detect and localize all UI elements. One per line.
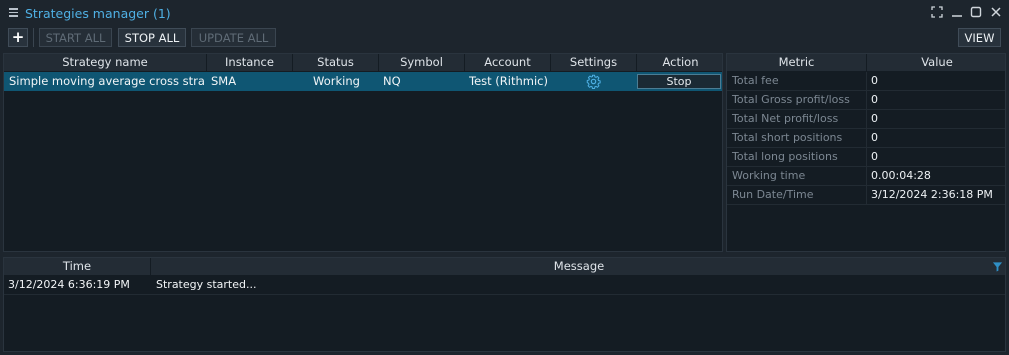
metric-value: 0 bbox=[871, 112, 878, 125]
stop-all-button[interactable]: STOP ALL bbox=[118, 28, 186, 47]
column-header-metric[interactable]: Metric bbox=[727, 54, 867, 71]
column-header-settings[interactable]: Settings bbox=[551, 54, 637, 71]
metric-value: 0 bbox=[871, 131, 878, 144]
metric-name: Total Gross profit/loss bbox=[732, 93, 850, 106]
strategies-table: Strategy name Instance name Status Symbo… bbox=[3, 53, 723, 252]
log-time-cell: 3/12/2024 6:36:19 PM bbox=[8, 278, 130, 291]
close-icon[interactable] bbox=[989, 5, 1003, 19]
column-header-strategy-name[interactable]: Strategy name bbox=[4, 54, 207, 71]
metric-row: Total Net profit/loss 0 bbox=[727, 110, 1005, 129]
maximize-icon[interactable] bbox=[969, 5, 983, 19]
log-row[interactable]: 3/12/2024 6:36:19 PM Strategy started... bbox=[4, 276, 1005, 295]
metric-value: 0 bbox=[871, 150, 878, 163]
menu-icon[interactable] bbox=[9, 8, 18, 17]
metric-name: Total fee bbox=[732, 74, 779, 87]
update-all-button[interactable]: UPDATE ALL bbox=[191, 28, 276, 47]
column-header-symbol[interactable]: Symbol bbox=[379, 54, 465, 71]
metric-row: Run Date/Time 3/12/2024 2:36:18 PM bbox=[727, 186, 1005, 205]
title-bar: Strategies manager (1) bbox=[0, 0, 1009, 26]
filter-icon[interactable] bbox=[992, 261, 1003, 272]
metric-value: 0.00:04:28 bbox=[871, 169, 931, 182]
column-header-value[interactable]: Value bbox=[867, 54, 1005, 71]
metric-row: Working time 0.00:04:28 bbox=[727, 167, 1005, 186]
column-header-action[interactable]: Action bbox=[637, 54, 722, 71]
metrics-panel: Metric Value Total fee 0 Total Gross pro… bbox=[726, 53, 1006, 252]
metric-row: Total fee 0 bbox=[727, 72, 1005, 91]
status-cell: Working bbox=[313, 74, 360, 88]
minimize-icon[interactable] bbox=[950, 5, 964, 19]
toolbar-divider bbox=[33, 28, 34, 47]
column-header-status[interactable]: Status bbox=[293, 54, 379, 71]
metric-name: Total long positions bbox=[732, 150, 838, 163]
add-strategy-button[interactable]: + bbox=[8, 28, 28, 47]
strategy-name-cell: Simple moving average cross strategy bbox=[9, 74, 205, 88]
metric-value: 3/12/2024 2:36:18 PM bbox=[871, 188, 993, 201]
metric-row: Total short positions 0 bbox=[727, 129, 1005, 148]
instance-name-cell: SMA bbox=[211, 74, 237, 88]
column-header-message[interactable]: Message bbox=[151, 258, 1005, 275]
stop-strategy-button[interactable]: Stop bbox=[637, 74, 721, 89]
view-button[interactable]: VIEW bbox=[958, 28, 1001, 47]
table-row[interactable]: Simple moving average cross strategy SMA… bbox=[4, 72, 722, 91]
strategies-manager-window: Strategies manager (1) + START ALL STOP … bbox=[0, 0, 1009, 355]
symbol-cell: NQ bbox=[383, 74, 401, 88]
column-header-instance-name[interactable]: Instance name bbox=[207, 54, 293, 86]
gear-icon[interactable] bbox=[586, 74, 601, 89]
metric-name: Total short positions bbox=[732, 131, 843, 144]
fullscreen-icon[interactable] bbox=[930, 5, 944, 19]
metric-name: Total Net profit/loss bbox=[732, 112, 839, 125]
metric-row: Total Gross profit/loss 0 bbox=[727, 91, 1005, 110]
metrics-header: Metric Value bbox=[727, 54, 1005, 71]
metric-name: Run Date/Time bbox=[732, 188, 814, 201]
log-panel: Time Message 3/12/2024 6:36:19 PM Strate… bbox=[3, 257, 1006, 352]
metric-row: Total long positions 0 bbox=[727, 148, 1005, 167]
column-header-account[interactable]: Account bbox=[465, 54, 551, 71]
log-message-cell: Strategy started... bbox=[156, 278, 257, 291]
metric-name: Working time bbox=[732, 169, 806, 182]
account-cell: Test (Rithmic) bbox=[469, 74, 548, 88]
metric-value: 0 bbox=[871, 74, 878, 87]
window-title: Strategies manager (1) bbox=[25, 6, 171, 21]
strategies-table-header: Strategy name Instance name Status Symbo… bbox=[4, 54, 722, 86]
metric-value: 0 bbox=[871, 93, 878, 106]
log-header: Time Message bbox=[4, 258, 1005, 275]
column-header-time[interactable]: Time bbox=[4, 258, 151, 275]
start-all-button[interactable]: START ALL bbox=[39, 28, 112, 47]
